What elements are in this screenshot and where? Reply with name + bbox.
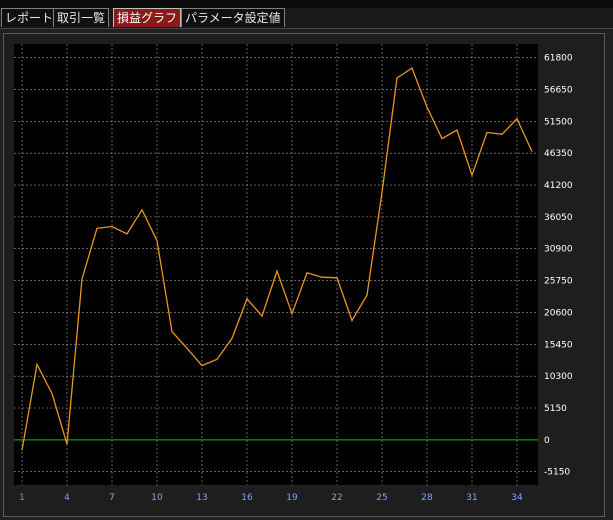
y-tick-label: 36050 (544, 213, 573, 223)
profit-chart: 6180056650515004635041200360503090025750… (14, 44, 573, 503)
y-tick-label: 46350 (544, 149, 573, 159)
x-tick-label: 13 (196, 493, 207, 503)
y-tick-label: 25750 (544, 277, 573, 287)
y-tick-label: 51500 (544, 117, 573, 127)
x-tick-label: 10 (151, 493, 163, 503)
y-tick-label: 56650 (544, 85, 573, 95)
y-axis-labels: 6180056650515004635041200360503090025750… (544, 54, 573, 478)
x-tick-label: 7 (109, 493, 115, 503)
x-tick-label: 1 (19, 493, 25, 503)
x-tick-label: 22 (331, 493, 342, 503)
y-tick-label: 20600 (544, 308, 573, 318)
x-tick-label: 25 (376, 493, 387, 503)
y-tick-label: 10300 (544, 372, 573, 382)
y-tick-label: 41200 (544, 181, 573, 191)
y-tick-label: 5150 (544, 404, 567, 414)
x-axis-labels: 1 4 7 10 13 16 19 22 25 28 31 34 (19, 493, 523, 503)
x-tick-label: 19 (286, 493, 298, 503)
y-tick-label: 61800 (544, 54, 573, 64)
plot-area (14, 44, 538, 485)
x-tick-label: 16 (241, 493, 253, 503)
x-tick-label: 28 (421, 493, 433, 503)
x-tick-label: 4 (64, 493, 70, 503)
y-tick-label: 15450 (544, 340, 573, 350)
y-tick-label: 0 (544, 436, 550, 446)
x-tick-label: 31 (466, 493, 477, 503)
y-tick-label: 30900 (544, 245, 573, 255)
x-tick-label: 34 (511, 493, 523, 503)
y-tick-label: -5150 (544, 468, 570, 478)
